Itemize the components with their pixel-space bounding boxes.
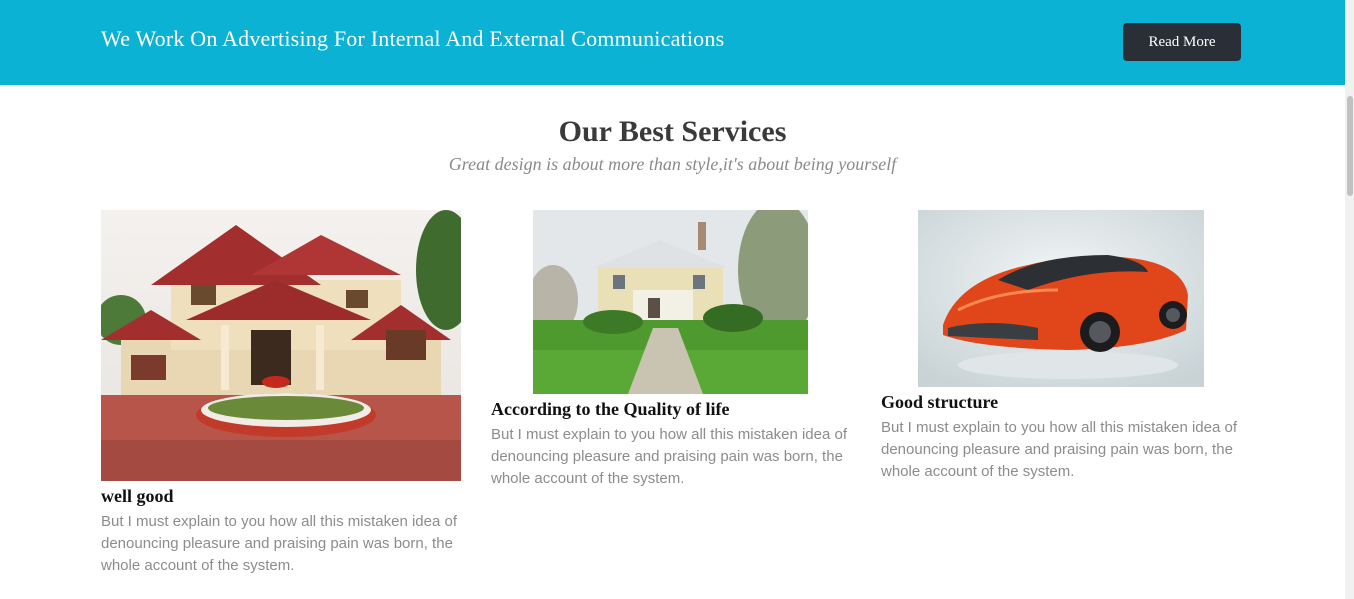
villa-photo xyxy=(533,210,808,394)
section-subtitle: Great design is about more than style,it… xyxy=(448,154,897,174)
card-body: But I must explain to you how all this m… xyxy=(881,419,1238,480)
service-card-3: Good structure But I must explain to you… xyxy=(881,210,1241,483)
read-more-button[interactable]: Read More xyxy=(1123,23,1241,61)
card-body: But I must explain to you how all this m… xyxy=(491,426,848,487)
section-title: Our Best Services xyxy=(558,115,787,148)
card-title: well good xyxy=(101,486,174,506)
scrollbar-thumb[interactable] xyxy=(1347,96,1353,196)
top-banner: We Work On Advertising For Internal And … xyxy=(0,0,1345,85)
card-title: According to the Quality of life xyxy=(491,399,730,419)
card-title: Good structure xyxy=(881,392,999,412)
car-photo xyxy=(918,210,1204,387)
card-body: But I must explain to you how all this m… xyxy=(101,513,458,574)
service-card-1: well good But I must explain to you how … xyxy=(101,210,461,577)
house-photo xyxy=(101,210,461,481)
banner-headline: We Work On Advertising For Internal And … xyxy=(101,26,725,51)
scrollbar-track[interactable] xyxy=(1345,0,1354,599)
service-card-2: According to the Quality of life But I m… xyxy=(491,210,851,490)
